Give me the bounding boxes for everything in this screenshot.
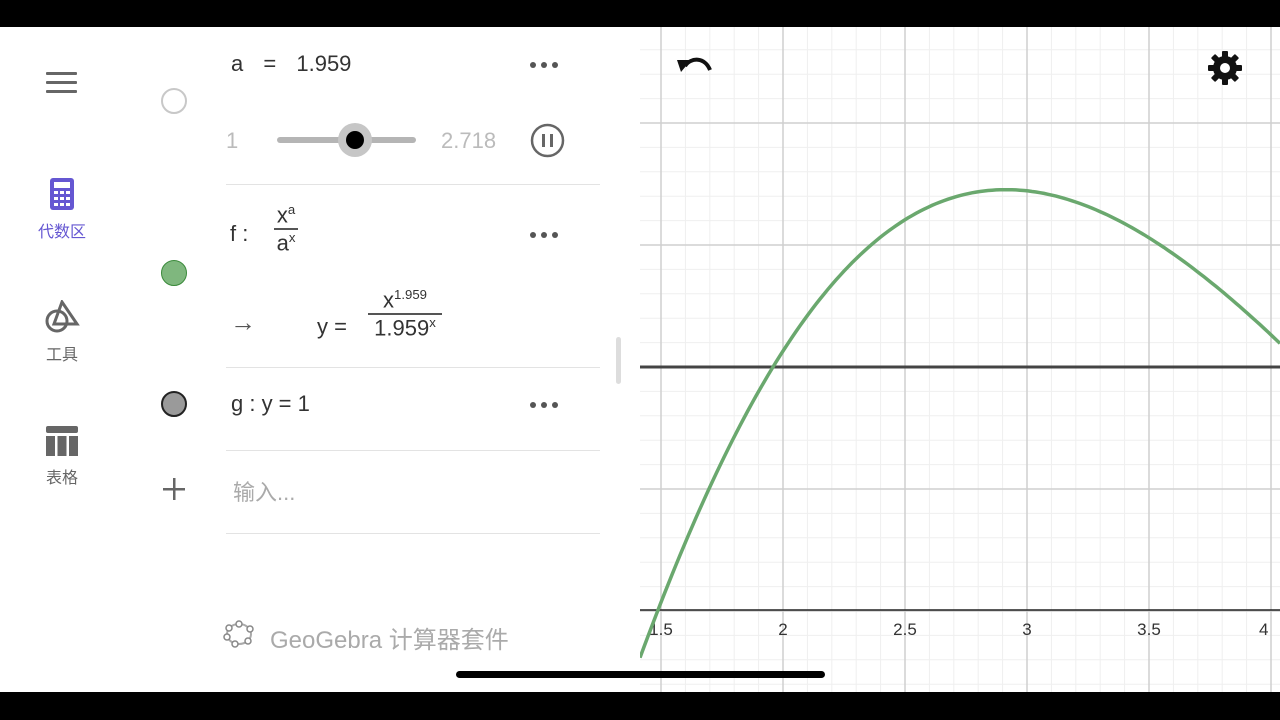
calculator-icon [50, 178, 74, 210]
x-tick-label: 3 [1022, 620, 1031, 639]
home-indicator[interactable] [456, 671, 825, 678]
more-options-icon[interactable] [530, 230, 560, 240]
geogebra-logo-icon [223, 620, 254, 648]
input-bar[interactable]: 输入... [233, 475, 295, 507]
nav-algebra[interactable]: 代数区 [20, 177, 104, 242]
add-icon[interactable] [162, 477, 186, 501]
divider [226, 450, 600, 451]
visibility-toggle-g[interactable] [161, 391, 187, 417]
f-num-base: x [276, 202, 288, 228]
function-f-definition[interactable]: xa ax [274, 202, 298, 256]
settings-gear-icon[interactable] [1207, 50, 1243, 86]
major-grid [640, 27, 1280, 692]
nav-table-label: 表格 [45, 470, 78, 487]
nav-table[interactable]: 表格 [20, 425, 104, 488]
function-f-result: x1.959 1.959x [368, 287, 442, 341]
nav-algebra-label: 代数区 [37, 224, 86, 241]
function-g-definition[interactable]: g : y = 1 [231, 391, 310, 417]
slider-value: 1.959 [296, 51, 352, 76]
app-screen: 代数区 工具 表格 a = 1.959 1 2.718 f: xa ax → … [0, 27, 1280, 692]
divider [226, 533, 600, 534]
divider [226, 184, 600, 185]
f-res-num-base: x [382, 287, 394, 313]
nav-tools[interactable]: 工具 [20, 298, 104, 365]
output-arrow-icon: → [230, 307, 256, 337]
function-f-curve[interactable] [638, 187, 1280, 659]
slider-max: 2.718 [441, 128, 497, 153]
slider-handle[interactable] [345, 131, 364, 149]
nav-tools-label: 工具 [45, 347, 78, 364]
slider-equals: = [263, 51, 277, 76]
table-icon [46, 426, 78, 456]
graphics-view[interactable]: 1.5 2 2.5 3 3.5 4 [638, 27, 1280, 692]
slider-name: a [231, 51, 244, 76]
algebra-scrollbar[interactable] [616, 337, 621, 384]
slider-track[interactable] [277, 123, 416, 157]
app-footer-title[interactable]: GeoGebra 计算器套件 [270, 620, 509, 655]
f-num-exp: a [287, 202, 296, 217]
x-tick-label: 2.5 [893, 620, 917, 639]
minor-grid [640, 27, 1280, 692]
slider-definition[interactable]: a = 1.959 [231, 51, 351, 77]
f-den-base: a [276, 230, 289, 256]
function-f-name: f : [230, 221, 249, 246]
f-res-den-base: 1.959 [374, 315, 430, 341]
pause-icon[interactable] [530, 123, 565, 158]
algebra-view: a = 1.959 1 2.718 f : xa ax → y = x1.959… [124, 27, 640, 692]
x-tick-label: 2 [778, 620, 787, 639]
visibility-toggle-a[interactable] [161, 88, 187, 114]
divider [226, 367, 600, 368]
f-den-exp: x [288, 229, 296, 245]
x-tick-label: 4 [1259, 620, 1268, 639]
more-options-icon[interactable] [530, 400, 560, 410]
x-tick-label: 3.5 [1137, 620, 1161, 639]
function-f-result-lhs: y = [317, 314, 347, 339]
slider-min: 1 [226, 128, 239, 153]
visibility-toggle-f[interactable] [161, 260, 187, 286]
side-navigation: 代数区 工具 表格 [0, 27, 124, 692]
menu-icon[interactable] [46, 72, 77, 94]
x-axis-tick-labels: 1.5 2 2.5 3 3.5 4 [649, 620, 1268, 639]
f-res-den-exp: x [429, 314, 436, 330]
tools-icon [45, 298, 80, 333]
more-options-icon[interactable] [530, 60, 560, 70]
undo-icon[interactable] [675, 54, 715, 82]
graph-canvas[interactable]: 1.5 2 2.5 3 3.5 4 [638, 27, 1280, 692]
f-res-num-exp: 1.959 [393, 287, 427, 302]
